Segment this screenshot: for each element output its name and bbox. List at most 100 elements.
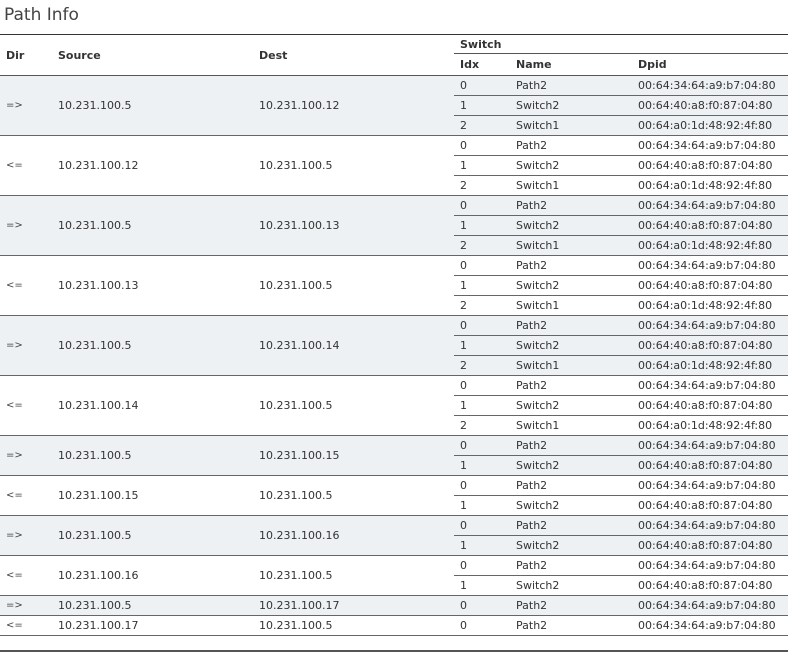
switch-idx-cell: 0: [454, 315, 510, 336]
path-source-cell: 10.231.100.14: [52, 375, 253, 436]
switch-idx-cell: 0: [454, 515, 510, 536]
switch-name-cell: Path2: [510, 615, 632, 636]
switch-idx-cell: 1: [454, 335, 510, 356]
switch-idx-cell: 0: [454, 555, 510, 576]
switch-name-cell: Path2: [510, 375, 632, 396]
path-dir-cell: =>: [0, 435, 52, 476]
table-row: <= 10.231.100.17 10.231.100.5 0 Path2 00:64:3…: [0, 615, 788, 636]
switch-idx-cell: 0: [454, 475, 510, 496]
switch-name-cell: Switch2: [510, 215, 632, 236]
path-source-cell: 10.231.100.5: [52, 515, 253, 556]
switch-name-cell: Path2: [510, 475, 632, 496]
switch-name-cell: Switch2: [510, 155, 632, 176]
path-dest-cell: 10.231.100.5: [253, 135, 454, 196]
switch-dpid-cell: 00:64:40:a8:f0:87:04:80: [632, 155, 788, 176]
switch-dpid-cell: 00:64:40:a8:f0:87:04:80: [632, 575, 788, 596]
switch-dpid-cell: 00:64:a0:1d:48:92:4f:80: [632, 175, 788, 196]
table-row: => 10.231.100.5 10.231.100.14 0 Path2 00:64:3…: [0, 315, 788, 376]
path-dest-cell: 10.231.100.14: [253, 315, 454, 376]
switch-dpid-cell: 00:64:40:a8:f0:87:04:80: [632, 335, 788, 356]
path-source-cell: 10.231.100.13: [52, 255, 253, 316]
switch-idx-cell: 1: [454, 455, 510, 476]
switch-idx-cell: 1: [454, 535, 510, 556]
path-dir-cell: <=: [0, 615, 52, 636]
switch-idx-cell: 0: [454, 615, 510, 636]
switch-dpid-cell: 00:64:34:64:a9:b7:04:80: [632, 595, 788, 616]
switch-idx-cell: 2: [454, 235, 510, 256]
switch-idx-cell: 0: [454, 75, 510, 96]
path-dest-cell: 10.231.100.5: [253, 475, 454, 516]
path-dir-cell: <=: [0, 375, 52, 436]
switch-idx-cell: 0: [454, 375, 510, 396]
switch-dpid-cell: 00:64:34:64:a9:b7:04:80: [632, 615, 788, 636]
switch-dpid-cell: 00:64:a0:1d:48:92:4f:80: [632, 295, 788, 316]
switch-name-cell: Switch2: [510, 455, 632, 476]
switch-name-cell: Switch1: [510, 175, 632, 196]
path-dest-cell: 10.231.100.12: [253, 75, 454, 136]
switch-idx-cell: 1: [454, 395, 510, 416]
column-header-dest: Dest: [253, 34, 454, 76]
switch-name-cell: Switch2: [510, 275, 632, 296]
path-source-cell: 10.231.100.5: [52, 315, 253, 376]
path-source-cell: 10.231.100.5: [52, 75, 253, 136]
switch-dpid-cell: 00:64:34:64:a9:b7:04:80: [632, 435, 788, 456]
switch-idx-cell: 2: [454, 295, 510, 316]
path-source-cell: 10.231.100.5: [52, 595, 253, 616]
switch-idx-cell: 0: [454, 135, 510, 156]
switch-dpid-cell: 00:64:40:a8:f0:87:04:80: [632, 535, 788, 556]
path-dest-cell: 10.231.100.15: [253, 435, 454, 476]
path-dest-cell: 10.231.100.17: [253, 595, 454, 616]
column-header-name: Name: [510, 53, 632, 76]
switch-idx-cell: 0: [454, 195, 510, 216]
switch-dpid-cell: 00:64:a0:1d:48:92:4f:80: [632, 415, 788, 436]
path-dest-cell: 10.231.100.13: [253, 195, 454, 256]
switch-dpid-cell: 00:64:34:64:a9:b7:04:80: [632, 75, 788, 96]
switch-idx-cell: 2: [454, 115, 510, 136]
table-row: <= 10.231.100.13 10.231.100.5 0 Path2 00:64:3…: [0, 255, 788, 316]
switch-name-cell: Path2: [510, 595, 632, 616]
switch-idx-cell: 1: [454, 155, 510, 176]
path-dir-cell: =>: [0, 195, 52, 256]
switch-dpid-cell: 00:64:34:64:a9:b7:04:80: [632, 315, 788, 336]
column-header-source: Source: [52, 34, 253, 76]
switch-name-cell: Switch1: [510, 415, 632, 436]
switch-name-cell: Switch2: [510, 95, 632, 116]
table-row: <= 10.231.100.12 10.231.100.5 0 Path2 00:64:3…: [0, 135, 788, 196]
switch-name-cell: Path2: [510, 555, 632, 576]
path-source-cell: 10.231.100.5: [52, 195, 253, 256]
switch-dpid-cell: 00:64:40:a8:f0:87:04:80: [632, 395, 788, 416]
switch-idx-cell: 1: [454, 215, 510, 236]
path-dest-cell: 10.231.100.5: [253, 555, 454, 596]
path-source-cell: 10.231.100.17: [52, 615, 253, 636]
switch-dpid-cell: 00:64:40:a8:f0:87:04:80: [632, 275, 788, 296]
path-table-body: => 10.231.100.5 10.231.100.12 0 Path2 00:64:3…: [0, 75, 788, 636]
path-dir-cell: <=: [0, 135, 52, 196]
switch-name-cell: Path2: [510, 255, 632, 276]
switch-dpid-cell: 00:64:40:a8:f0:87:04:80: [632, 455, 788, 476]
switch-name-cell: Switch2: [510, 535, 632, 556]
switch-dpid-cell: 00:64:34:64:a9:b7:04:80: [632, 375, 788, 396]
switch-name-cell: Path2: [510, 75, 632, 96]
switch-dpid-cell: 00:64:a0:1d:48:92:4f:80: [632, 355, 788, 376]
switch-idx-cell: 1: [454, 495, 510, 516]
switch-idx-cell: 1: [454, 275, 510, 296]
table-row: <= 10.231.100.14 10.231.100.5 0 Path2 00:64:3…: [0, 375, 788, 436]
switch-dpid-cell: 00:64:40:a8:f0:87:04:80: [632, 95, 788, 116]
table-row: => 10.231.100.5 10.231.100.15 0 Path2 00:64:3…: [0, 435, 788, 476]
switch-name-cell: Switch1: [510, 295, 632, 316]
switch-dpid-cell: 00:64:40:a8:f0:87:04:80: [632, 495, 788, 516]
switch-dpid-cell: 00:64:40:a8:f0:87:04:80: [632, 215, 788, 236]
switch-dpid-cell: 00:64:34:64:a9:b7:04:80: [632, 555, 788, 576]
switch-idx-cell: 0: [454, 595, 510, 616]
path-source-cell: 10.231.100.5: [52, 435, 253, 476]
switch-idx-cell: 2: [454, 355, 510, 376]
switch-name-cell: Switch2: [510, 575, 632, 596]
switch-idx-cell: 2: [454, 175, 510, 196]
path-dest-cell: 10.231.100.5: [253, 615, 454, 636]
path-info-table: Dir Source Dest Switch Idx Name Dpid => 1…: [0, 33, 788, 636]
switch-name-cell: Switch1: [510, 235, 632, 256]
switch-dpid-cell: 00:64:34:64:a9:b7:04:80: [632, 255, 788, 276]
switch-dpid-cell: 00:64:34:64:a9:b7:04:80: [632, 195, 788, 216]
switch-dpid-cell: 00:64:34:64:a9:b7:04:80: [632, 475, 788, 496]
switch-dpid-cell: 00:64:a0:1d:48:92:4f:80: [632, 235, 788, 256]
